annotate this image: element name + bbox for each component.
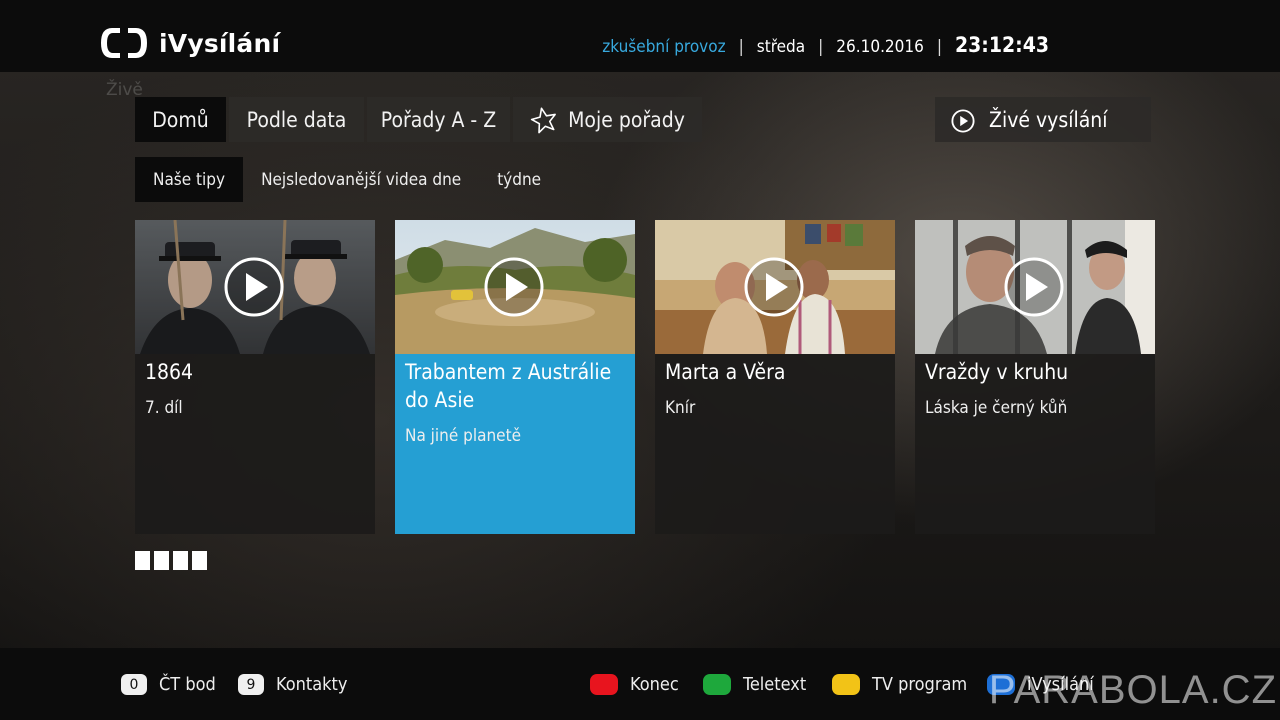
separator: | [936,37,942,57]
card-title: 1864 [145,360,194,384]
hint-label: Kontakty [276,674,348,695]
video-card[interactable]: 1864 7. díl [135,220,375,534]
video-thumbnail [395,220,635,354]
pager-dot[interactable] [173,551,188,570]
watermark: PARABOLA.CZ [988,668,1277,712]
play-icon[interactable] [224,257,284,317]
logo-text: iVysílání [159,28,281,58]
ct-logo-icon [98,25,150,61]
hint-label: TV program [872,674,968,695]
subtab-label: Naše tipy [153,169,226,190]
main-tabs: Domů Podle data Pořady A - Z Moje pořady [135,97,705,142]
tab-label: Pořady A - Z [380,107,497,132]
pager-dot[interactable] [154,551,169,570]
card-title: Vraždy v kruhu [925,360,1069,384]
logo: iVysílání [98,25,280,61]
hint-label: Teletext [743,674,807,695]
clock: 23:12:43 [955,33,1049,57]
hint-label: ČT bod [159,674,216,695]
subtab-nejsledovanejsi-dne[interactable]: Nejsledovanější videa dne [243,157,479,202]
carousel-pager [135,551,211,570]
separator: | [738,37,744,57]
video-thumbnail [655,220,895,354]
key-9-icon: 9 [238,674,264,695]
red-key-icon [590,674,618,695]
tab-label: Moje pořady [568,107,685,132]
card-subtitle: 7. díl [145,398,183,418]
separator: | [818,37,824,57]
card-subtitle: Láska je černý kůň [925,398,1068,418]
play-icon[interactable] [744,257,804,317]
tab-moje-porady[interactable]: Moje pořady [513,97,702,142]
date-label: 26.10.2016 [836,37,924,57]
live-broadcast-button[interactable]: Živé vysílání [935,97,1151,142]
status-line: zkušební provoz | středa | 26.10.2016 | … [602,33,1049,57]
hint-label: Konec [630,674,679,695]
pager-dot[interactable] [192,551,207,570]
card-title: Marta a Věra [665,360,786,384]
green-key-icon [703,674,731,695]
key-0-icon: 0 [121,674,147,695]
play-circle-icon [951,108,975,133]
live-button-label: Živé vysílání [989,107,1108,132]
hint-ct-bod[interactable]: 0 ČT bod [121,674,216,695]
video-card[interactable]: Marta a Věra Knír [655,220,895,534]
video-thumbnail [135,220,375,354]
card-subtitle: Knír [665,398,696,418]
tab-label: Podle data [246,107,347,132]
tab-porady-a-z[interactable]: Pořady A - Z [367,97,510,142]
video-card[interactable]: Vraždy v kruhu Láska je černý kůň [915,220,1155,534]
tab-label: Domů [152,107,209,132]
video-card-selected[interactable]: Trabantem z Austrálie do Asie Na jiné pl… [395,220,635,534]
day-label: středa [756,37,806,57]
sub-tabs: Naše tipy Nejsledovanější videa dne týdn… [135,157,559,202]
hint-kontakty[interactable]: 9 Kontakty [238,674,347,695]
subtab-nase-tipy[interactable]: Naše tipy [135,157,244,202]
video-thumbnail [915,220,1155,354]
hint-konec[interactable]: Konec [590,674,679,695]
card-title: Trabantem z Austrálie do Asie [405,360,612,412]
subtab-label: týdne [497,169,542,190]
yellow-key-icon [832,674,860,695]
play-icon[interactable] [1004,257,1064,317]
subtab-label: Nejsledovanější videa dne [261,169,462,190]
hint-teletext[interactable]: Teletext [703,674,806,695]
tab-domu[interactable]: Domů [135,97,226,142]
hint-tv-program[interactable]: TV program [832,674,967,695]
card-subtitle: Na jiné planetě [405,426,521,446]
play-icon[interactable] [484,257,544,317]
pager-dot[interactable] [135,551,150,570]
trial-label: zkušební provoz [602,37,726,57]
star-outline-icon [530,106,558,134]
subtab-tydne[interactable]: týdne [479,157,559,202]
tab-podle-data[interactable]: Podle data [229,97,364,142]
